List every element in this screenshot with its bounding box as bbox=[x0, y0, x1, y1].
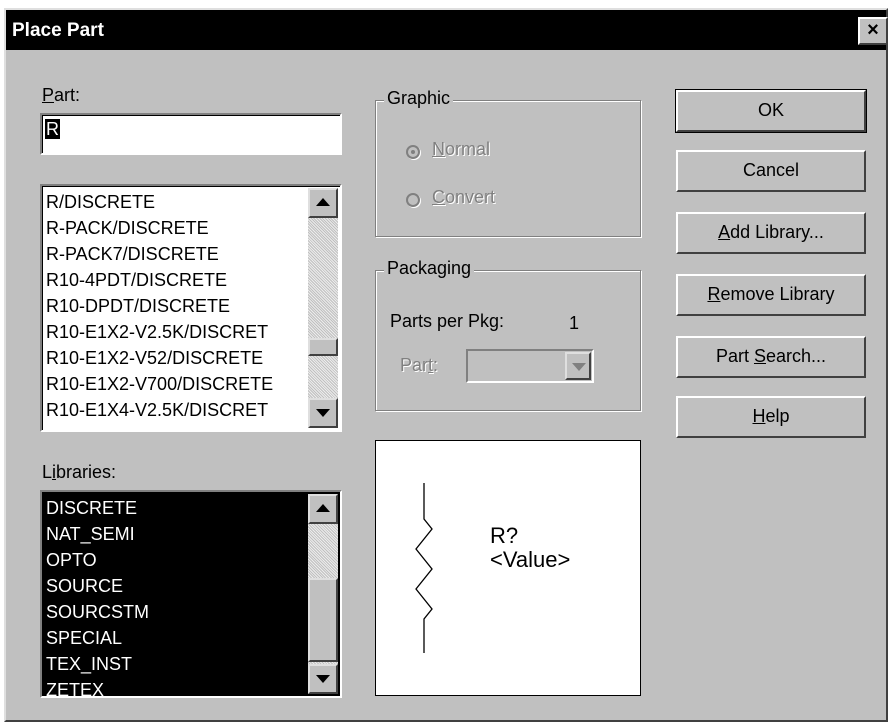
list-item[interactable]: ZETEX bbox=[46, 677, 306, 696]
list-item[interactable]: TEX_INST bbox=[46, 651, 306, 677]
list-item[interactable]: R/DISCRETE bbox=[46, 189, 306, 215]
libraries-list-items: DISCRETE NAT_SEMI OPTO SOURCE SOURCSTM SPECIA… bbox=[46, 495, 306, 696]
part-name-input[interactable]: R bbox=[40, 113, 342, 155]
package-part-dropdown[interactable] bbox=[466, 349, 594, 383]
up-arrow-glyph bbox=[316, 504, 330, 512]
libraries-scroll-thumb[interactable] bbox=[308, 578, 338, 662]
part-label: Part: bbox=[42, 85, 80, 106]
normal-radio[interactable] bbox=[406, 145, 420, 159]
dropdown-arrow-icon[interactable] bbox=[565, 352, 591, 380]
parts-listbox[interactable]: R/DISCRETE R-PACK/DISCRETE R-PACK7/DISCRET… bbox=[40, 184, 342, 432]
list-item[interactable]: R10-DPDT/DISCRETE bbox=[46, 293, 306, 319]
list-item[interactable]: SOURCSTM bbox=[46, 599, 306, 625]
convert-label-text: onvert bbox=[445, 187, 496, 207]
normal-mnemonic: N bbox=[432, 139, 445, 159]
add-library-label: dd Library... bbox=[730, 222, 824, 242]
cancel-button[interactable]: Cancel bbox=[676, 150, 866, 192]
add-library-mnemonic: A bbox=[718, 222, 731, 242]
parts-list-items: R/DISCRETE R-PACK/DISCRETE R-PACK7/DISCRET… bbox=[46, 189, 306, 423]
part-label-text: art: bbox=[54, 85, 81, 105]
convert-radio-label: Convert bbox=[432, 187, 495, 208]
parts-per-pkg-label: Parts per Pkg: bbox=[390, 311, 505, 331]
part-label-mnemonic: P bbox=[42, 85, 55, 105]
part-name-value: R bbox=[45, 119, 60, 139]
help-label: elp bbox=[765, 406, 790, 426]
package-part-label-post: : bbox=[433, 355, 439, 375]
part-search-label-pre: Part bbox=[715, 346, 754, 366]
down-arrow-glyph bbox=[316, 675, 330, 683]
scroll-down-icon[interactable] bbox=[308, 398, 338, 428]
part-search-label: earch... bbox=[766, 346, 827, 366]
list-item[interactable]: SOURCE bbox=[46, 573, 306, 599]
close-icon[interactable]: × bbox=[858, 17, 888, 45]
preview-value: <Value> bbox=[490, 547, 571, 572]
list-item[interactable]: R10-E1X4-V2.5K/DISCRET bbox=[46, 397, 306, 423]
place-part-dialog: Place Part × Part: R R/DISCRETE R-PACK/DI… bbox=[4, 8, 888, 722]
scroll-up-icon[interactable] bbox=[308, 188, 338, 218]
help-mnemonic: H bbox=[752, 406, 766, 426]
part-search-mnemonic: S bbox=[753, 346, 766, 366]
list-item[interactable]: R10-E1X2-V2.5K/DISCRET bbox=[46, 319, 306, 345]
list-item[interactable]: DISCRETE bbox=[46, 495, 306, 521]
remove-library-mnemonic: R bbox=[707, 284, 721, 304]
graphic-group: Graphic Normal Convert bbox=[375, 88, 641, 237]
parts-per-pkg-value: 1 bbox=[569, 313, 580, 333]
convert-radio[interactable] bbox=[406, 193, 420, 207]
normal-label-text: ormal bbox=[445, 139, 491, 159]
list-item[interactable]: R10-E1X2-V52/DISCRETE bbox=[46, 345, 306, 371]
libraries-label-pre: L bbox=[42, 462, 53, 482]
list-item[interactable]: R-PACK/DISCRETE bbox=[46, 215, 306, 241]
package-part-label-pre: Par bbox=[400, 355, 429, 375]
graphic-group-title: Graphic bbox=[384, 88, 454, 109]
parts-scrollbar[interactable] bbox=[308, 188, 338, 428]
dropdown-arrow-glyph bbox=[572, 363, 586, 371]
parts-scroll-thumb[interactable] bbox=[308, 338, 338, 356]
list-item[interactable]: SPECIAL bbox=[46, 625, 306, 651]
down-arrow-glyph bbox=[316, 409, 330, 417]
convert-mnemonic: C bbox=[432, 187, 445, 207]
part-search-button[interactable]: Part Search... bbox=[676, 336, 866, 378]
normal-radio-label: Normal bbox=[432, 139, 490, 160]
libraries-listbox[interactable]: DISCRETE NAT_SEMI OPTO SOURCE SOURCSTM SPECIA… bbox=[40, 490, 342, 698]
list-item[interactable]: OPTO bbox=[46, 547, 306, 573]
list-item[interactable]: R-PACK7/DISCRETE bbox=[46, 241, 306, 267]
scroll-up-icon[interactable] bbox=[308, 494, 338, 524]
list-item[interactable]: R10-E1X2-V700/DISCRETE bbox=[46, 371, 306, 397]
up-arrow-glyph bbox=[316, 198, 330, 206]
packaging-group: Packaging Parts per Pkg: 1 Part: bbox=[375, 258, 641, 411]
libraries-label: Libraries: bbox=[42, 462, 116, 483]
add-library-button[interactable]: Add Library... bbox=[676, 212, 866, 254]
ok-button[interactable]: OK bbox=[675, 89, 867, 133]
list-item[interactable]: R10-4PDT/DISCRETE bbox=[46, 267, 306, 293]
preview-reference: R? bbox=[490, 523, 519, 548]
remove-library-button[interactable]: Remove Library bbox=[676, 274, 866, 316]
part-preview: R? <Value> bbox=[375, 440, 641, 696]
window-title: Place Part bbox=[12, 20, 104, 41]
list-item[interactable]: NAT_SEMI bbox=[46, 521, 306, 547]
libraries-label-text: braries: bbox=[56, 462, 117, 482]
packaging-group-title: Packaging bbox=[384, 258, 475, 279]
title-bar[interactable]: Place Part × bbox=[6, 10, 888, 50]
help-button[interactable]: Help bbox=[676, 396, 866, 438]
remove-library-label: emove Library bbox=[720, 284, 835, 304]
scroll-down-icon[interactable] bbox=[308, 664, 338, 694]
libraries-scrollbar[interactable] bbox=[308, 494, 338, 694]
package-part-label: Part: bbox=[400, 355, 438, 376]
